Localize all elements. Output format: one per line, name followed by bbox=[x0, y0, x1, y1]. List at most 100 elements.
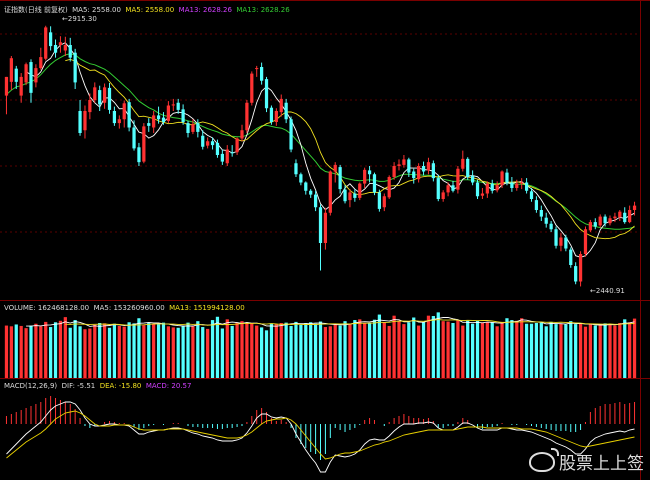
candle-body-81 bbox=[402, 159, 406, 165]
volume-bar-6 bbox=[34, 323, 38, 378]
macd-label: MACD(12,26,9) bbox=[4, 382, 58, 390]
candle-body-32 bbox=[161, 117, 166, 122]
volume-bar-55 bbox=[274, 324, 278, 378]
low-price-value: 2440.91 bbox=[595, 287, 625, 295]
volume-bar-107 bbox=[529, 323, 534, 378]
volume-bar-90 bbox=[446, 321, 450, 378]
volume-bar-56 bbox=[279, 323, 283, 378]
volume-bar-3 bbox=[19, 325, 23, 378]
volume-bar-32 bbox=[161, 322, 166, 378]
candle-body-114 bbox=[564, 237, 568, 249]
candle-body-1 bbox=[9, 58, 13, 82]
volume-bar-51 bbox=[255, 325, 259, 378]
volume-bar-11 bbox=[58, 320, 63, 378]
volume-bar-74 bbox=[367, 323, 372, 378]
index-title: 证指数(日线 前复权) bbox=[4, 6, 68, 14]
volume-bar-105 bbox=[520, 318, 524, 378]
volume-bar-15 bbox=[78, 326, 82, 378]
volume-bar-8 bbox=[44, 321, 48, 378]
volume-bar-82 bbox=[407, 322, 411, 378]
candle-body-55 bbox=[274, 111, 278, 122]
volume-bar-10 bbox=[53, 322, 58, 378]
candle-body-24 bbox=[122, 103, 126, 120]
candle-body-99 bbox=[490, 183, 494, 191]
volume-bar-0 bbox=[4, 325, 9, 378]
ma5-readout-2: MA5: 2558.00 bbox=[125, 6, 175, 14]
candle-body-40 bbox=[201, 135, 205, 147]
volume-bar-72 bbox=[358, 319, 362, 378]
candle-body-104 bbox=[515, 183, 519, 188]
volume-bar-7 bbox=[39, 326, 43, 378]
volume-bar-80 bbox=[397, 320, 401, 378]
macd-panel-header: MACD(12,26,9) DIF: -5.51 DEA: -15.80 MAC… bbox=[4, 382, 191, 390]
candle-body-117 bbox=[578, 254, 583, 282]
volume-readout: VOLUME: 162468128.00 bbox=[4, 304, 90, 312]
candle-body-72 bbox=[358, 183, 362, 198]
volume-bar-18 bbox=[93, 324, 97, 378]
candle-body-128 bbox=[632, 205, 637, 210]
volume-bar-45 bbox=[225, 319, 229, 378]
candle-body-68 bbox=[338, 167, 342, 190]
candle-body-69 bbox=[343, 189, 347, 202]
candle-body-12 bbox=[63, 45, 67, 51]
candle-body-112 bbox=[554, 229, 558, 246]
volume-bar-57 bbox=[284, 322, 288, 378]
candle-body-120 bbox=[593, 222, 597, 227]
candle-body-95 bbox=[470, 175, 475, 183]
candle-body-94 bbox=[466, 158, 470, 177]
volume-bar-68 bbox=[338, 325, 342, 378]
candle-body-61 bbox=[304, 182, 308, 191]
volume-bar-28 bbox=[142, 325, 146, 378]
candle-body-93 bbox=[461, 158, 465, 169]
volume-bar-23 bbox=[117, 325, 121, 378]
candle-body-54 bbox=[269, 107, 274, 122]
volume-bar-20 bbox=[102, 323, 107, 378]
dif-readout: DIF: -5.51 bbox=[61, 382, 96, 390]
candle-body-3 bbox=[19, 76, 23, 96]
volume-bar-125 bbox=[618, 323, 622, 378]
volume-bar-75 bbox=[372, 319, 377, 378]
high-price-value: 2915.30 bbox=[67, 15, 97, 23]
candle-body-39 bbox=[196, 123, 200, 132]
volume-bar-122 bbox=[603, 323, 607, 378]
volume-bar-117 bbox=[578, 323, 583, 378]
stock-chart[interactable] bbox=[0, 0, 650, 480]
candle-body-77 bbox=[382, 196, 386, 208]
volume-bar-30 bbox=[152, 324, 156, 378]
candle-body-101 bbox=[500, 171, 504, 186]
candle-body-53 bbox=[264, 79, 269, 109]
volume-bar-70 bbox=[348, 324, 352, 378]
candle-body-27 bbox=[137, 147, 141, 163]
candle-body-8 bbox=[44, 27, 48, 59]
volume-ma13-readout: MA13: 151994128.00 bbox=[169, 304, 245, 312]
volume-bar-38 bbox=[191, 326, 195, 378]
candle-body-80 bbox=[397, 164, 401, 166]
candle-body-124 bbox=[613, 216, 617, 219]
volume-bar-67 bbox=[333, 323, 337, 378]
low-price-annotation: ←2440.91 bbox=[590, 287, 625, 295]
candle-body-38 bbox=[191, 124, 195, 132]
candle-body-46 bbox=[230, 152, 234, 154]
candle-body-62 bbox=[309, 190, 313, 195]
candle-body-26 bbox=[132, 127, 136, 149]
volume-bar-93 bbox=[461, 325, 465, 378]
candle-body-102 bbox=[505, 172, 509, 183]
volume-bar-44 bbox=[220, 328, 224, 378]
candle-body-118 bbox=[583, 229, 588, 254]
volume-bar-88 bbox=[436, 312, 440, 378]
volume-bar-46 bbox=[230, 325, 234, 378]
candle-body-73 bbox=[363, 169, 367, 184]
volume-bar-34 bbox=[171, 327, 175, 378]
volume-bar-77 bbox=[382, 322, 386, 378]
candle-body-11 bbox=[58, 42, 63, 45]
volume-bar-26 bbox=[132, 323, 136, 378]
volume-bar-31 bbox=[156, 324, 161, 378]
candle-body-49 bbox=[245, 102, 249, 131]
candle-body-66 bbox=[328, 171, 332, 213]
volume-bar-61 bbox=[304, 323, 308, 378]
ma5-readout: MA5: 2558.00 bbox=[72, 6, 121, 14]
candle-body-7 bbox=[39, 57, 43, 69]
volume-bar-76 bbox=[377, 314, 382, 378]
candle-body-83 bbox=[412, 171, 416, 179]
candle-body-14 bbox=[73, 52, 77, 83]
